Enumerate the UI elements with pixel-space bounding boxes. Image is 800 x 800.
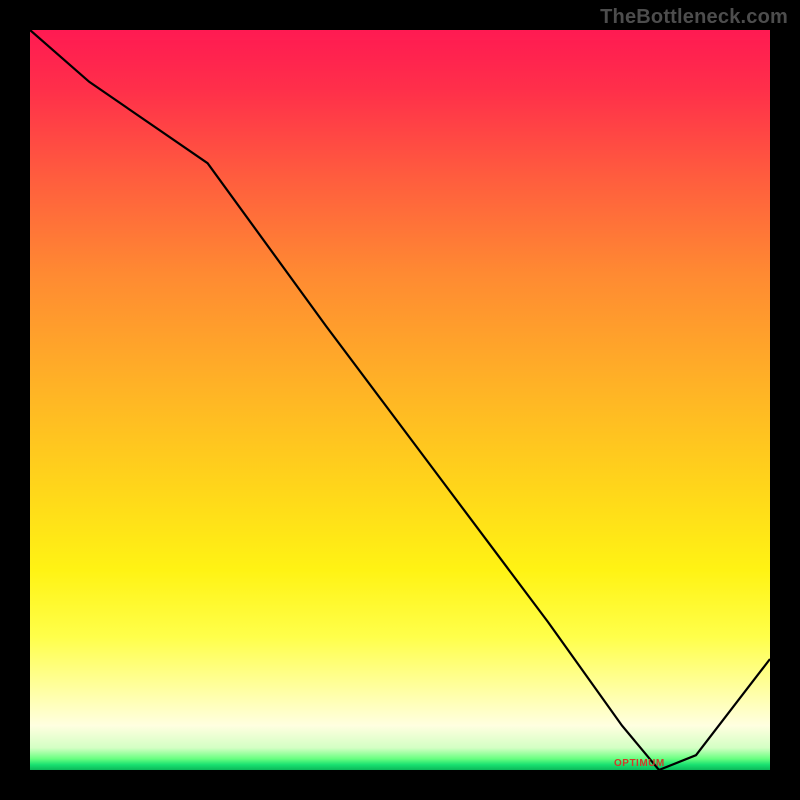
chart-container: TheBottleneck.com OPTIMUM: [0, 0, 800, 800]
plot-area: OPTIMUM: [30, 30, 770, 770]
optimum-marker-label: OPTIMUM: [614, 758, 665, 769]
attribution-text: TheBottleneck.com: [600, 6, 788, 29]
bottleneck-curve-path: [30, 30, 770, 770]
bottleneck-curve-svg: [30, 30, 770, 770]
